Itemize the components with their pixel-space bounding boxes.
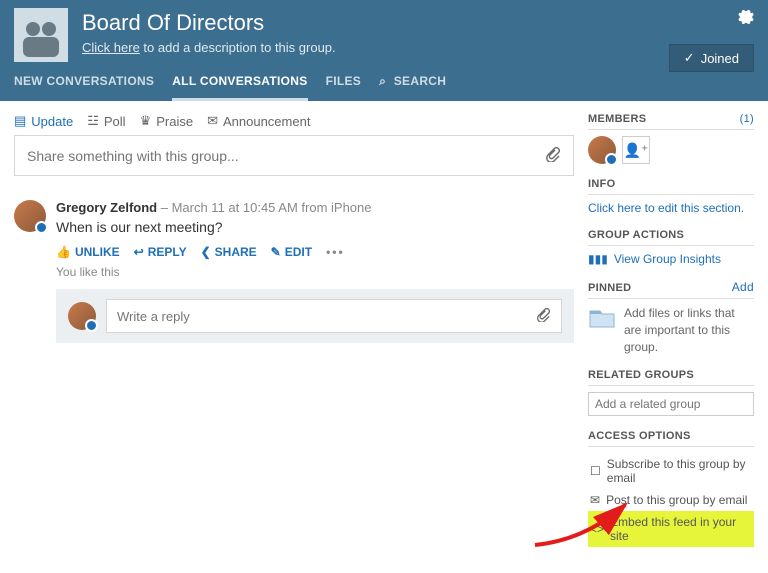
edit-info-link[interactable]: Click here to edit this section.	[588, 201, 754, 215]
members-heading: MEMBERS(1)	[588, 113, 754, 130]
edit-button[interactable]: ✎EDIT	[271, 245, 312, 259]
main-feed: ▤Update ☳Poll ♛Praise ✉Announcement Greg…	[0, 101, 588, 573]
related-groups-heading: RELATED GROUPS	[588, 369, 754, 386]
poll-icon: ☳	[87, 113, 99, 129]
compose-tab-praise[interactable]: ♛Praise	[140, 113, 194, 129]
add-person-icon: 👤⁺	[624, 142, 649, 159]
share-button[interactable]: ❮SHARE	[201, 245, 257, 259]
post-text: When is our next meeting?	[56, 219, 574, 235]
pinned-empty-text: Add files or links that are important to…	[624, 305, 754, 355]
unlike-button[interactable]: 👍UNLIKE	[56, 245, 120, 259]
post-by-email-link[interactable]: ✉Post to this group by email	[588, 489, 754, 511]
check-icon: ✓	[684, 50, 695, 66]
nav-new-conversations[interactable]: NEW CONVERSATIONS	[14, 66, 154, 101]
update-icon: ▤	[14, 113, 26, 129]
compose-tab-poll[interactable]: ☳Poll	[87, 113, 125, 129]
reply-button[interactable]: ↩REPLY	[134, 245, 187, 259]
post-actions: 👍UNLIKE ↩REPLY ❮SHARE ✎EDIT •••	[56, 245, 574, 259]
group-header: Board Of Directors Click here to add a d…	[0, 0, 768, 101]
reply-icon: ↩	[134, 245, 144, 259]
joined-button[interactable]: ✓ Joined	[669, 44, 754, 72]
share-icon: ❮	[201, 245, 211, 259]
pinned-heading: PINNEDAdd	[588, 280, 754, 299]
attachment-icon[interactable]	[536, 307, 551, 325]
presence-badge	[605, 153, 618, 166]
nav-files[interactable]: FILES	[326, 66, 362, 101]
group-actions-heading: GROUP ACTIONS	[588, 229, 754, 246]
attachment-icon[interactable]	[545, 146, 561, 165]
group-image[interactable]	[14, 8, 68, 62]
subscribe-by-email-link[interactable]: ☐Subscribe to this group by email	[588, 453, 754, 489]
add-member-button[interactable]: 👤⁺	[622, 136, 650, 164]
add-description-link[interactable]: Click here	[82, 40, 140, 55]
code-icon: <>	[590, 522, 604, 536]
reply-input[interactable]	[117, 309, 536, 324]
info-heading: INFO	[588, 178, 754, 195]
sidebar: MEMBERS(1) 👤⁺ INFO Click here to edit th…	[588, 101, 768, 573]
compose-tabs: ▤Update ☳Poll ♛Praise ✉Announcement	[14, 113, 574, 129]
folder-icon	[588, 305, 616, 329]
search-icon: ⌕	[379, 74, 386, 88]
presence-badge	[35, 221, 48, 234]
access-options-heading: ACCESS OPTIONS	[588, 430, 754, 447]
checkbox-icon: ☐	[590, 464, 601, 478]
post-header: Gregory Zelfond – March 11 at 10:45 AM f…	[56, 200, 574, 215]
more-menu[interactable]: •••	[326, 245, 345, 259]
pencil-icon: ✎	[271, 245, 281, 259]
thumb-icon: 👍	[56, 245, 71, 259]
nav-all-conversations[interactable]: ALL CONVERSATIONS	[172, 66, 307, 101]
reply-input-wrap[interactable]	[106, 299, 562, 333]
bar-chart-icon: ▮▮▮	[588, 252, 608, 266]
add-related-group-input[interactable]	[588, 392, 754, 416]
avatar[interactable]	[14, 200, 46, 232]
nav-search[interactable]: ⌕ SEARCH	[379, 66, 446, 101]
post-meta: – March 11 at 10:45 AM from iPhone	[157, 200, 371, 215]
praise-icon: ♛	[140, 113, 152, 129]
group-description: Click here to add a description to this …	[82, 40, 336, 55]
avatar[interactable]	[68, 302, 96, 330]
announcement-icon: ✉	[207, 113, 218, 129]
add-pinned-link[interactable]: Add	[732, 280, 754, 294]
embed-feed-link[interactable]: <>Embed this feed in your site	[588, 511, 754, 547]
post-author[interactable]: Gregory Zelfond	[56, 200, 157, 215]
group-title: Board Of Directors	[82, 10, 336, 36]
member-avatar[interactable]	[588, 136, 616, 164]
like-note: You like this	[56, 265, 574, 279]
gear-icon[interactable]	[738, 8, 754, 27]
group-nav: NEW CONVERSATIONS ALL CONVERSATIONS FILE…	[0, 66, 768, 101]
compose-tab-announcement[interactable]: ✉Announcement	[207, 113, 310, 129]
compose-box[interactable]	[14, 135, 574, 176]
envelope-icon: ✉	[590, 493, 600, 507]
presence-badge	[85, 319, 98, 332]
reply-box	[56, 289, 574, 343]
compose-tab-update[interactable]: ▤Update	[14, 113, 73, 129]
feed-post: Gregory Zelfond – March 11 at 10:45 AM f…	[14, 200, 574, 343]
compose-input[interactable]	[27, 148, 545, 164]
view-insights-link[interactable]: ▮▮▮View Group Insights	[588, 252, 754, 266]
